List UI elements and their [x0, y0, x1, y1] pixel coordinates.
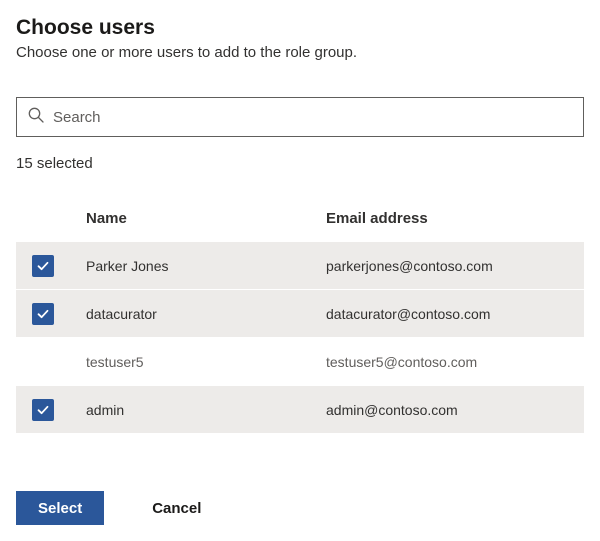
column-header-name[interactable]: Name	[86, 210, 326, 227]
row-email: parkerjones@contoso.com	[326, 258, 584, 274]
selected-count: 15 selected	[16, 155, 584, 172]
column-header-email[interactable]: Email address	[326, 210, 584, 227]
table-row[interactable]: testuser5testuser5@contoso.com	[16, 337, 584, 385]
row-checkbox[interactable]	[32, 255, 54, 277]
row-email: testuser5@contoso.com	[326, 354, 584, 370]
row-name: Parker Jones	[86, 258, 326, 274]
search-icon	[27, 106, 45, 129]
page-title: Choose users	[16, 16, 584, 40]
table-row[interactable]: Parker Jonesparkerjones@contoso.com	[16, 241, 584, 289]
table-header: Name Email address	[16, 200, 584, 241]
row-name: datacurator	[86, 306, 326, 322]
cancel-button[interactable]: Cancel	[152, 500, 201, 517]
table-row[interactable]: datacuratordatacurator@contoso.com	[16, 289, 584, 337]
row-checkbox[interactable]	[32, 399, 54, 421]
dialog-footer: Select Cancel	[16, 491, 201, 525]
table-row[interactable]: adminadmin@contoso.com	[16, 385, 584, 433]
search-input[interactable]	[45, 109, 573, 126]
select-button[interactable]: Select	[16, 491, 104, 525]
row-name: admin	[86, 402, 326, 418]
search-box[interactable]	[16, 97, 584, 137]
row-email: datacurator@contoso.com	[326, 306, 584, 322]
page-subtitle: Choose one or more users to add to the r…	[16, 44, 584, 61]
row-name: testuser5	[86, 354, 326, 370]
row-checkbox[interactable]	[32, 303, 54, 325]
row-email: admin@contoso.com	[326, 402, 584, 418]
